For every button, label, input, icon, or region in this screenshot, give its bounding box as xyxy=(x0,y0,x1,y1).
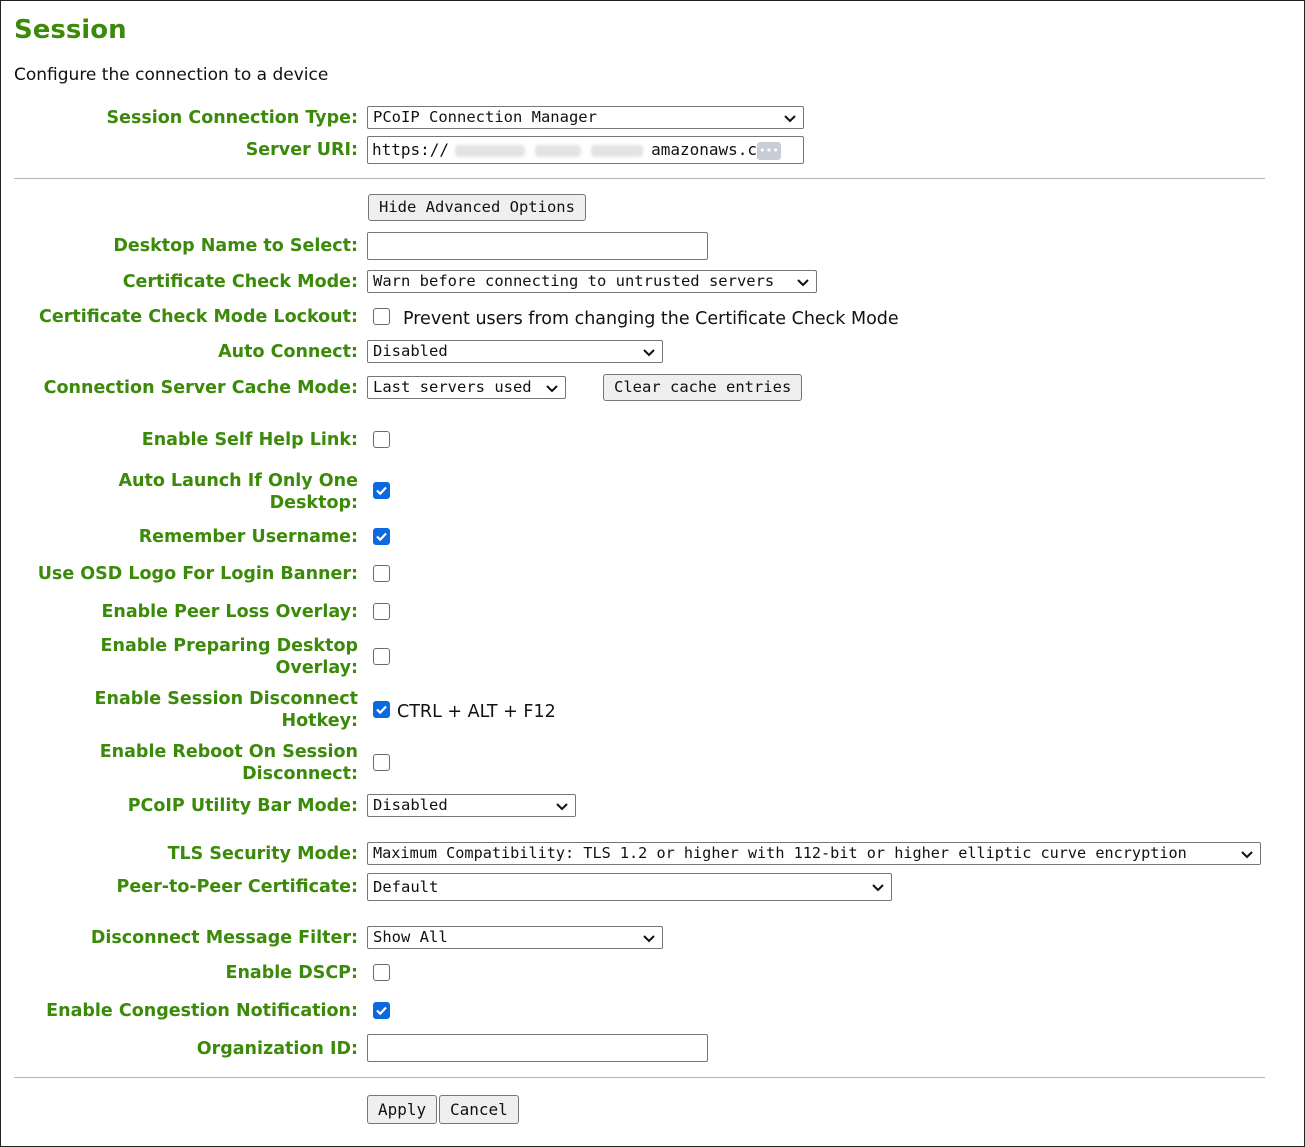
reboot-on-disconnect-label: Enable Reboot On Session Disconnect: xyxy=(99,742,358,784)
remember-username-checkbox[interactable] xyxy=(373,528,390,545)
chevron-down-icon xyxy=(556,803,568,811)
checkmark-icon xyxy=(376,1006,387,1016)
session-connection-type-label: Session Connection Type: xyxy=(106,108,358,128)
cache-mode-value: Last servers used xyxy=(373,378,532,396)
disconnect-filter-value: Show All xyxy=(373,928,448,946)
cache-mode-select[interactable]: Last servers used xyxy=(367,376,566,399)
cert-check-mode-value: Warn before connecting to untrusted serv… xyxy=(373,272,775,290)
org-id-input[interactable] xyxy=(367,1034,708,1062)
server-uri-suffix: amazonaws.c xyxy=(651,140,758,159)
disconnect-hotkey-checkbox[interactable] xyxy=(373,701,390,718)
reboot-on-disconnect-checkbox[interactable] xyxy=(373,754,390,771)
chevron-down-icon xyxy=(643,349,655,357)
chevron-down-icon xyxy=(546,385,558,393)
cache-mode-label: Connection Server Cache Mode: xyxy=(43,378,358,398)
utility-bar-value: Disabled xyxy=(373,796,448,814)
disconnect-filter-label: Disconnect Message Filter: xyxy=(90,928,358,948)
cert-check-mode-select[interactable]: Warn before connecting to untrusted serv… xyxy=(367,270,817,293)
p2p-cert-select[interactable]: Default xyxy=(367,873,892,901)
chevron-down-icon xyxy=(797,279,809,287)
session-connection-type-select[interactable]: PCoIP Connection Manager xyxy=(367,106,804,129)
preparing-desktop-checkbox[interactable] xyxy=(373,648,390,665)
auto-connect-select[interactable]: Disabled xyxy=(367,340,663,363)
chevron-down-icon xyxy=(1241,851,1253,859)
osd-logo-checkbox[interactable] xyxy=(373,565,390,582)
org-id-label: Organization ID: xyxy=(196,1039,358,1059)
disconnect-filter-select[interactable]: Show All xyxy=(367,926,663,949)
auto-connect-label: Auto Connect: xyxy=(218,342,358,362)
page-frame: Session Configure the connection to a de… xyxy=(0,0,1305,1147)
utility-bar-label: PCoIP Utility Bar Mode: xyxy=(127,796,358,816)
peer-loss-label: Enable Peer Loss Overlay: xyxy=(101,602,358,622)
hide-advanced-options-button[interactable]: Hide Advanced Options xyxy=(368,194,586,221)
clear-cache-button[interactable]: Clear cache entries xyxy=(603,374,803,401)
cert-lockout-checkbox[interactable] xyxy=(373,308,390,325)
tls-mode-value: Maximum Compatibility: TLS 1.2 or higher… xyxy=(373,844,1187,862)
auto-connect-value: Disabled xyxy=(373,342,448,360)
chevron-down-icon xyxy=(872,884,884,892)
checkmark-icon xyxy=(376,532,387,542)
remember-username-label: Remember Username: xyxy=(138,527,358,547)
cancel-button[interactable]: Cancel xyxy=(439,1095,519,1124)
server-uri-input[interactable]: https:// amazonaws.c ••• xyxy=(367,136,804,164)
dscp-checkbox[interactable] xyxy=(373,964,390,981)
p2p-cert-label: Peer-to-Peer Certificate: xyxy=(116,877,359,897)
redacted-text xyxy=(535,144,582,157)
auto-launch-checkbox[interactable] xyxy=(373,482,390,499)
peer-loss-checkbox[interactable] xyxy=(373,603,390,620)
redacted-text xyxy=(591,144,644,157)
preparing-desktop-label: Enable Preparing Desktop Overlay: xyxy=(100,636,358,678)
self-help-label: Enable Self Help Link: xyxy=(141,430,358,450)
checkmark-icon xyxy=(376,705,387,715)
divider-bottom xyxy=(14,1077,1265,1078)
page-title: Session xyxy=(14,15,127,45)
session-connection-type-value: PCoIP Connection Manager xyxy=(373,108,597,126)
checkmark-icon xyxy=(376,486,387,496)
cert-check-mode-label: Certificate Check Mode: xyxy=(122,272,358,292)
utility-bar-select[interactable]: Disabled xyxy=(367,794,576,817)
dscp-label: Enable DSCP: xyxy=(225,963,358,983)
osd-logo-label: Use OSD Logo For Login Banner: xyxy=(37,564,358,584)
tls-mode-select[interactable]: Maximum Compatibility: TLS 1.2 or higher… xyxy=(367,842,1261,865)
page-subtitle: Configure the connection to a device xyxy=(14,65,329,85)
overflow-indicator: ••• xyxy=(757,141,781,160)
server-uri-prefix: https:// xyxy=(372,140,450,159)
disconnect-hotkey-text: CTRL + ALT + F12 xyxy=(397,702,556,722)
redacted-text xyxy=(455,144,526,157)
self-help-checkbox[interactable] xyxy=(373,431,390,448)
tls-mode-label: TLS Security Mode: xyxy=(167,844,358,864)
congestion-label: Enable Congestion Notification: xyxy=(46,1001,358,1021)
chevron-down-icon xyxy=(784,115,796,123)
cert-lockout-text: Prevent users from changing the Certific… xyxy=(403,309,899,329)
disconnect-hotkey-label: Enable Session Disconnect Hotkey: xyxy=(94,689,358,731)
server-uri-label: Server URI: xyxy=(245,140,358,160)
congestion-checkbox[interactable] xyxy=(373,1002,390,1019)
cert-lockout-label: Certificate Check Mode Lockout: xyxy=(39,307,358,327)
auto-launch-label: Auto Launch If Only One Desktop: xyxy=(118,471,358,513)
desktop-name-label: Desktop Name to Select: xyxy=(113,236,358,256)
apply-button[interactable]: Apply xyxy=(367,1095,438,1124)
p2p-cert-value: Default xyxy=(373,878,439,896)
desktop-name-input[interactable] xyxy=(367,232,708,260)
divider-top xyxy=(14,178,1265,179)
chevron-down-icon xyxy=(643,935,655,943)
